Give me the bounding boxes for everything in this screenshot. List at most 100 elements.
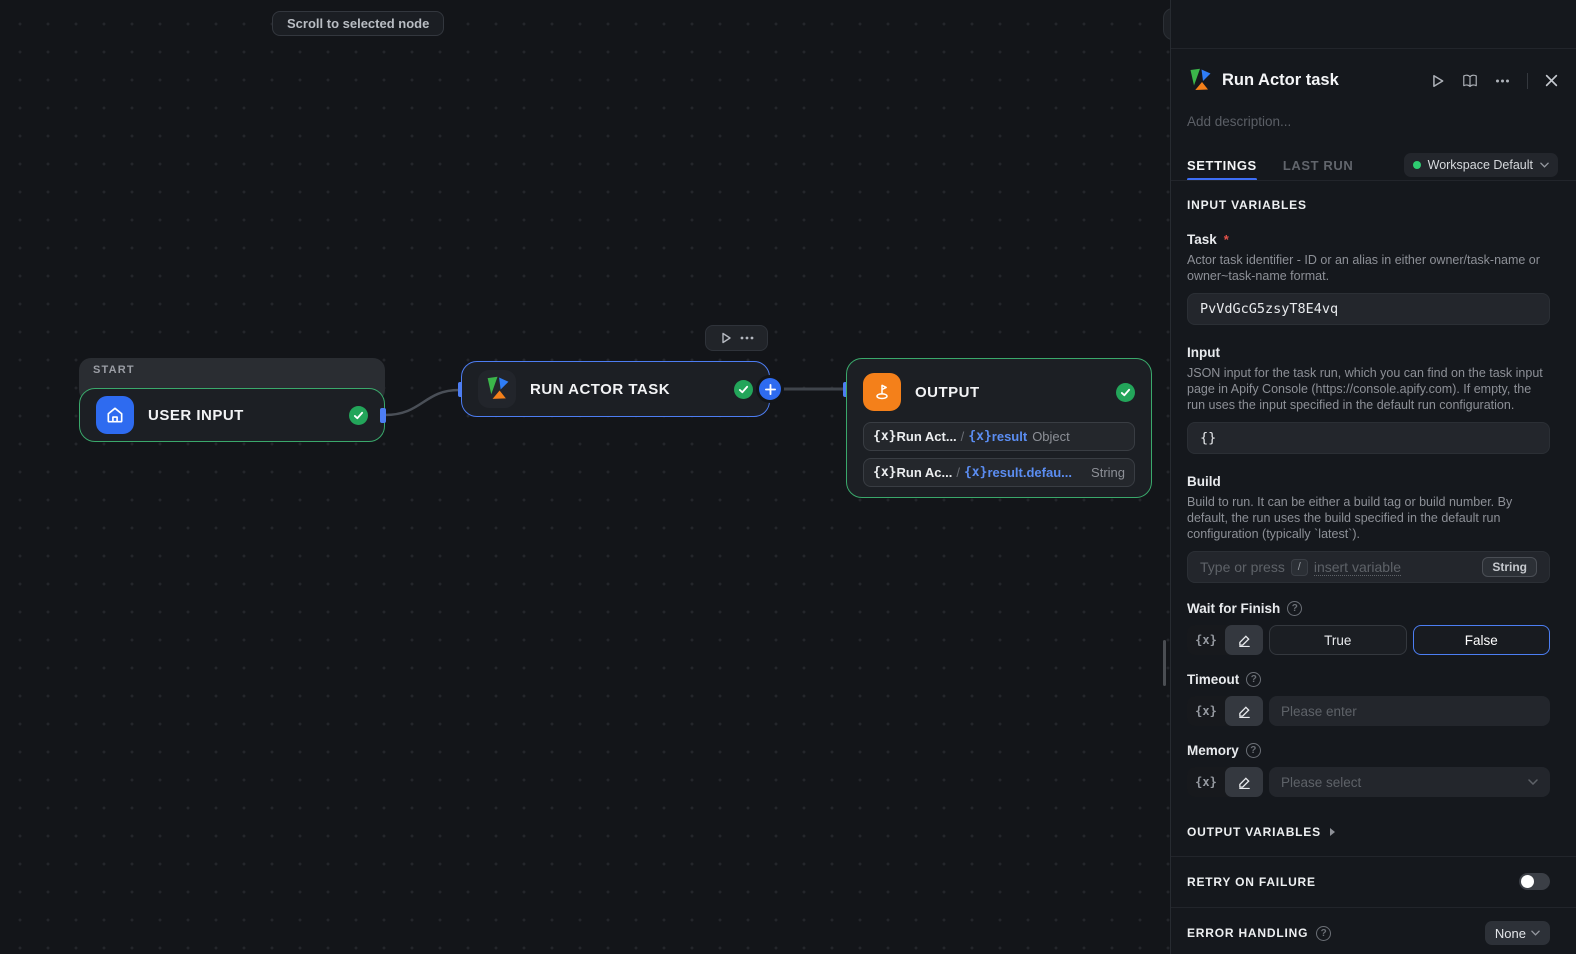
value-mode-toggle: {x} <box>1187 767 1263 797</box>
error-heading: ERROR HANDLING <box>1187 926 1309 940</box>
edit-mode-button[interactable] <box>1225 767 1263 797</box>
slash-keycap: / <box>1290 558 1308 576</box>
error-handling-select[interactable]: None <box>1484 921 1550 945</box>
tab-last-run[interactable]: LAST RUN <box>1283 150 1354 180</box>
var-source-name: Run Ac... <box>896 465 953 480</box>
apify-logo-icon <box>1190 68 1211 90</box>
wait-for-finish-label: Wait for Finish <box>1187 601 1281 616</box>
task-value: PvVdGcG5zsyT8E4vq <box>1200 301 1339 317</box>
build-description: Build to run. It can be either a build t… <box>1187 495 1513 541</box>
pencil-icon <box>1238 776 1250 789</box>
input-variables-heading: INPUT VARIABLES <box>1187 198 1307 212</box>
error-handling-section: ERROR HANDLING ? None <box>1187 921 1550 945</box>
pencil-icon <box>1238 634 1250 647</box>
value-mode-toggle: {x} <box>1187 625 1263 655</box>
node-user-input[interactable]: USER INPUT <box>79 388 385 442</box>
memory-select[interactable]: Please select <box>1269 767 1550 797</box>
chevron-right-icon <box>1329 828 1335 836</box>
toggle-knob <box>1521 875 1534 888</box>
build-input[interactable]: Type or press / insert variable String <box>1187 551 1550 583</box>
section-divider <box>1171 907 1576 908</box>
edit-mode-button[interactable] <box>1225 696 1263 726</box>
timeout-label: Timeout <box>1187 672 1240 687</box>
help-icon[interactable]: ? <box>1287 601 1303 616</box>
start-group-label: START <box>93 364 135 376</box>
panel-header: Run Actor task <box>1187 68 1558 93</box>
panel-title: Run Actor task <box>1222 71 1339 89</box>
output-port[interactable] <box>380 408 386 423</box>
workspace-selector[interactable]: Workspace Default <box>1403 153 1558 177</box>
add-node-button[interactable] <box>759 378 781 400</box>
var-badge: {x} <box>873 429 897 444</box>
tab-settings[interactable]: SETTINGS <box>1187 150 1257 181</box>
wait-true-button[interactable]: True <box>1269 625 1407 655</box>
chevron-down-icon <box>1528 779 1538 785</box>
canvas-scrollbar-thumb[interactable] <box>1163 640 1166 686</box>
node-run-actor-task[interactable]: RUN ACTOR TASK <box>461 361 770 417</box>
workspace-status-dot <box>1412 161 1421 169</box>
run-node-icon[interactable] <box>720 332 732 344</box>
close-panel-icon[interactable] <box>1545 74 1558 87</box>
var-type: String <box>1091 465 1125 480</box>
timeout-input[interactable]: Please enter <box>1269 696 1550 726</box>
pencil-icon <box>1238 705 1250 718</box>
var-source-name: Run Act... <box>896 429 957 444</box>
tabs-divider <box>1171 180 1576 181</box>
section-divider <box>1171 856 1576 857</box>
check-circle-icon <box>349 405 368 425</box>
node-settings-panel: Run Actor task Add description... SETTIN… <box>1170 0 1576 954</box>
edit-mode-button[interactable] <box>1225 625 1263 655</box>
insert-variable-link[interactable]: insert variable <box>1313 559 1401 576</box>
output-variables-section[interactable]: OUTPUT VARIABLES <box>1187 825 1550 839</box>
variable-mode-button[interactable]: {x} <box>1187 696 1225 726</box>
type-badge: String <box>1482 557 1537 577</box>
var-badge: {x} <box>873 465 897 480</box>
check-circle-icon <box>734 379 753 399</box>
node-title: RUN ACTOR TASK <box>530 380 671 398</box>
task-label: Task <box>1187 232 1217 247</box>
path-slash: / <box>956 465 960 480</box>
scroll-to-node-button[interactable]: Scroll to selected node <box>272 11 445 36</box>
var-path: result.defau... <box>987 465 1072 480</box>
var-badge: {x} <box>963 465 988 480</box>
node-output[interactable]: OUTPUT {x} Run Act... / {x} result Object … <box>846 358 1152 498</box>
input-label: Input <box>1187 345 1220 360</box>
wait-false-button[interactable]: False <box>1412 625 1550 655</box>
finish-flag-icon <box>863 373 901 411</box>
var-type: Object <box>1032 429 1070 444</box>
node-title: USER INPUT <box>148 406 244 424</box>
variable-mode-button[interactable]: {x} <box>1187 767 1225 797</box>
scroll-to-node-label: Scroll to selected node <box>287 16 430 31</box>
node-hover-toolbar <box>705 325 768 351</box>
header-divider <box>1527 72 1528 89</box>
output-variable-row[interactable]: {x} Run Act... / {x} result Object <box>863 422 1135 451</box>
retry-toggle[interactable] <box>1519 873 1550 890</box>
retry-on-failure-section: RETRY ON FAILURE <box>1187 873 1550 890</box>
task-description: Actor task identifier - ID or an alias i… <box>1187 253 1540 283</box>
docs-icon[interactable] <box>1462 74 1478 88</box>
node-more-icon[interactable] <box>740 336 754 340</box>
help-icon[interactable]: ? <box>1316 925 1332 941</box>
more-options-icon[interactable] <box>1495 79 1510 83</box>
task-input[interactable]: PvVdGcG5zsyT8E4vq <box>1187 293 1550 325</box>
run-step-icon[interactable] <box>1431 74 1445 88</box>
node-title: OUTPUT <box>915 383 980 401</box>
json-input[interactable]: {} <box>1187 422 1550 454</box>
variable-mode-button[interactable]: {x} <box>1187 625 1225 655</box>
home-icon <box>96 396 134 434</box>
workflow-editor: Scroll to selected node START USER INPUT <box>0 0 1576 954</box>
help-icon[interactable]: ? <box>1246 672 1262 687</box>
input-description: JSON input for the task run, which you c… <box>1187 366 1543 412</box>
help-icon[interactable]: ? <box>1245 743 1261 758</box>
output-variables-heading: OUTPUT VARIABLES <box>1187 825 1321 839</box>
apify-logo-icon <box>478 370 516 408</box>
panel-divider <box>1171 48 1576 49</box>
workspace-label: Workspace Default <box>1427 158 1533 172</box>
memory-label: Memory <box>1187 743 1239 758</box>
output-variable-row[interactable]: {x} Run Ac... / {x} result.defau... String <box>863 458 1135 487</box>
required-mark: * <box>1223 232 1229 247</box>
var-badge: {x} <box>968 429 992 444</box>
description-input[interactable]: Add description... <box>1187 114 1291 129</box>
build-label: Build <box>1187 474 1221 489</box>
var-path: result <box>991 429 1028 444</box>
